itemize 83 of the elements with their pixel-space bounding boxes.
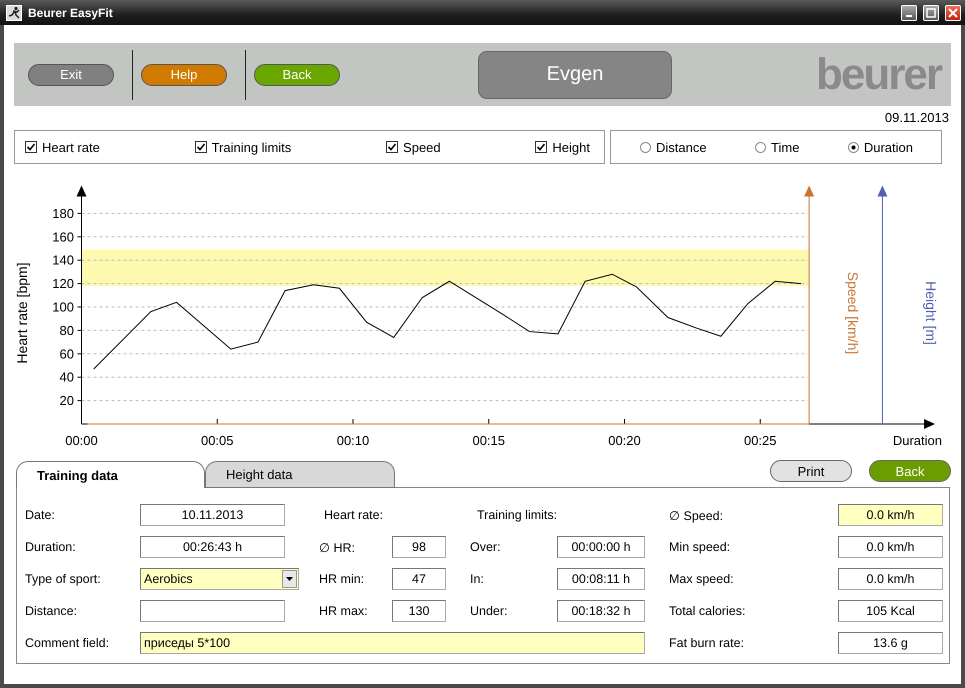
section-heading: Heart rate:	[324, 508, 384, 522]
radio-label: Distance	[656, 140, 707, 154]
value-field[interactable]: 0.0 km/h	[838, 504, 943, 526]
field-label: Duration:	[25, 540, 76, 554]
checkbox[interactable]	[535, 141, 548, 153]
header-button[interactable]: Exit	[28, 64, 114, 86]
value-field[interactable]: 98	[392, 536, 446, 558]
axis-tick-label: 140	[52, 252, 74, 268]
axis-tick-label: 00:20	[608, 433, 641, 448]
field-label: Total calories:	[669, 604, 746, 618]
axis-title: Duration	[892, 433, 942, 448]
checkbox-label: Heart rate	[42, 140, 100, 154]
checkbox[interactable]	[194, 141, 207, 153]
current-date: 09.11.2013	[884, 110, 949, 125]
field-label: Distance:	[25, 604, 78, 618]
minimize-button[interactable]	[901, 4, 917, 20]
field-label: Min speed:	[669, 540, 730, 554]
window-title: Beurer EasyFit	[28, 6, 114, 20]
field-label: HR min:	[319, 572, 364, 586]
brand-logo: beurer	[816, 50, 941, 100]
field-label: In:	[470, 572, 484, 586]
sport-dropdown[interactable]: Aerobics	[140, 568, 299, 590]
field-label: Under:	[470, 604, 508, 618]
value-field[interactable]: 00:00:00 h	[557, 536, 645, 558]
close-button[interactable]	[945, 4, 961, 20]
axis-tick-label: 180	[52, 206, 74, 221]
value-field[interactable]: 00:18:32 h	[557, 600, 645, 622]
axis-tick-label: 20	[60, 393, 74, 408]
radio-button[interactable]	[848, 142, 859, 152]
axis-tick-label: 100	[52, 300, 74, 314]
radio-button[interactable]	[640, 142, 651, 152]
field-label: Fat burn rate:	[669, 636, 744, 650]
axis-tick-label: 60	[60, 346, 74, 362]
checkbox-label: Training limits	[212, 140, 292, 154]
tab[interactable]: Height data	[205, 461, 395, 488]
value-field[interactable]: 00:08:11 h	[557, 568, 645, 590]
checkbox-label: Speed	[403, 140, 441, 154]
axis-tick-label: 00:05	[200, 433, 234, 448]
checkbox[interactable]	[386, 141, 398, 153]
axis-tick-label: 160	[52, 229, 74, 244]
radio-button[interactable]	[755, 142, 766, 152]
axis-title: Heart rate [bpm]	[14, 262, 30, 364]
section-heading: Training limits:	[477, 508, 558, 522]
field-label: Max speed:	[669, 572, 734, 586]
caret-icon	[286, 577, 293, 581]
runner-icon	[6, 4, 22, 20]
value-field[interactable]: 10.11.2013	[140, 504, 285, 526]
value-field[interactable]: 130	[392, 600, 446, 622]
checkbox-label: Height	[552, 140, 590, 154]
comment-field[interactable]: приседы 5*100	[140, 632, 645, 654]
value-field[interactable]: 13.6 g	[838, 632, 943, 654]
axis-tick-label: 00:00	[65, 433, 98, 448]
axis-tick-label: 00:25	[744, 433, 777, 448]
tab[interactable]: Training data	[16, 461, 205, 488]
radio-label: Time	[771, 140, 800, 154]
value-field[interactable]: 0.0 km/h	[838, 536, 943, 558]
axis-title: Height [m]	[923, 281, 939, 345]
field-label: ∅ HR:	[319, 540, 356, 554]
field-label: Date:	[25, 508, 55, 522]
field-label: ∅ Speed:	[669, 508, 724, 522]
maximize-icon	[926, 8, 936, 18]
value-field[interactable]	[140, 600, 285, 622]
axis-tick-label: 40	[60, 370, 74, 385]
field-label: Over:	[470, 540, 501, 554]
value-field[interactable]: 0.0 km/h	[838, 568, 943, 590]
maximize-button[interactable]	[923, 4, 939, 20]
axis-title: Speed [km/h]	[845, 272, 861, 354]
value-field[interactable]: 00:26:43 h	[140, 536, 285, 558]
axis-tick-label: 120	[52, 276, 74, 292]
value-field[interactable]: 105 Kcal	[838, 600, 943, 622]
checkbox[interactable]	[25, 141, 37, 153]
action-button[interactable]: Print	[770, 460, 852, 482]
radio-label: Duration	[864, 140, 913, 154]
axis-tick-label: 00:15	[472, 433, 506, 448]
axis-tick-label: 00:10	[336, 433, 370, 448]
field-label: HR max:	[319, 604, 368, 618]
field-label: Comment field:	[25, 636, 110, 650]
close-icon	[948, 8, 958, 18]
value-field[interactable]: 47	[392, 568, 446, 590]
user-name: Evgen	[478, 50, 672, 98]
field-label: Type of sport:	[25, 572, 101, 586]
axis-tick-label: 80	[60, 322, 74, 338]
minimize-icon	[906, 15, 912, 17]
